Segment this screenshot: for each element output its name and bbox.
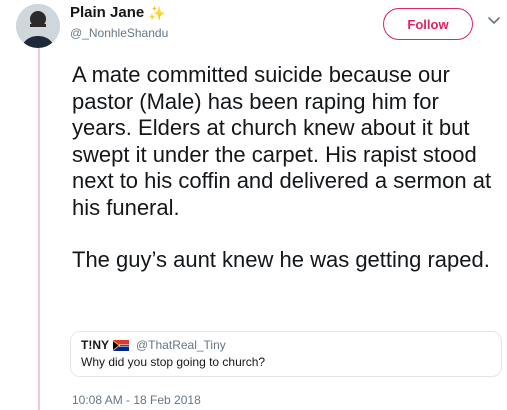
tweet-paragraph: A mate committed suicide because our pas… <box>72 62 492 220</box>
quoted-text: Why did you stop going to church? <box>81 355 266 369</box>
sparkle-icon: ✨ <box>148 4 166 21</box>
follow-button[interactable]: Follow <box>383 8 473 40</box>
chevron-down-icon[interactable] <box>487 14 501 28</box>
tweet-paragraph: The guy’s aunt knew he was getting raped… <box>72 247 490 272</box>
south-africa-flag-icon <box>113 339 129 351</box>
quoted-display-name: T!NY <box>81 338 109 352</box>
quoted-tweet-header: T!NY @ThatReal_Tiny <box>81 338 491 352</box>
avatar[interactable] <box>16 4 60 48</box>
quoted-handle: @ThatReal_Tiny <box>136 338 226 352</box>
tweet-text: A mate committed suicide because our pas… <box>72 62 497 274</box>
user-name-row: Plain Jane ✨ <box>70 4 166 21</box>
thread-line <box>38 48 40 410</box>
user-handle[interactable]: @_NonhleShandu <box>70 26 168 40</box>
tweet-timestamp[interactable]: 10:08 AM - 18 Feb 2018 <box>72 393 201 407</box>
quoted-tweet[interactable]: T!NY @ThatReal_Tiny Why did you stop goi… <box>70 331 502 377</box>
display-name[interactable]: Plain Jane <box>70 4 144 21</box>
